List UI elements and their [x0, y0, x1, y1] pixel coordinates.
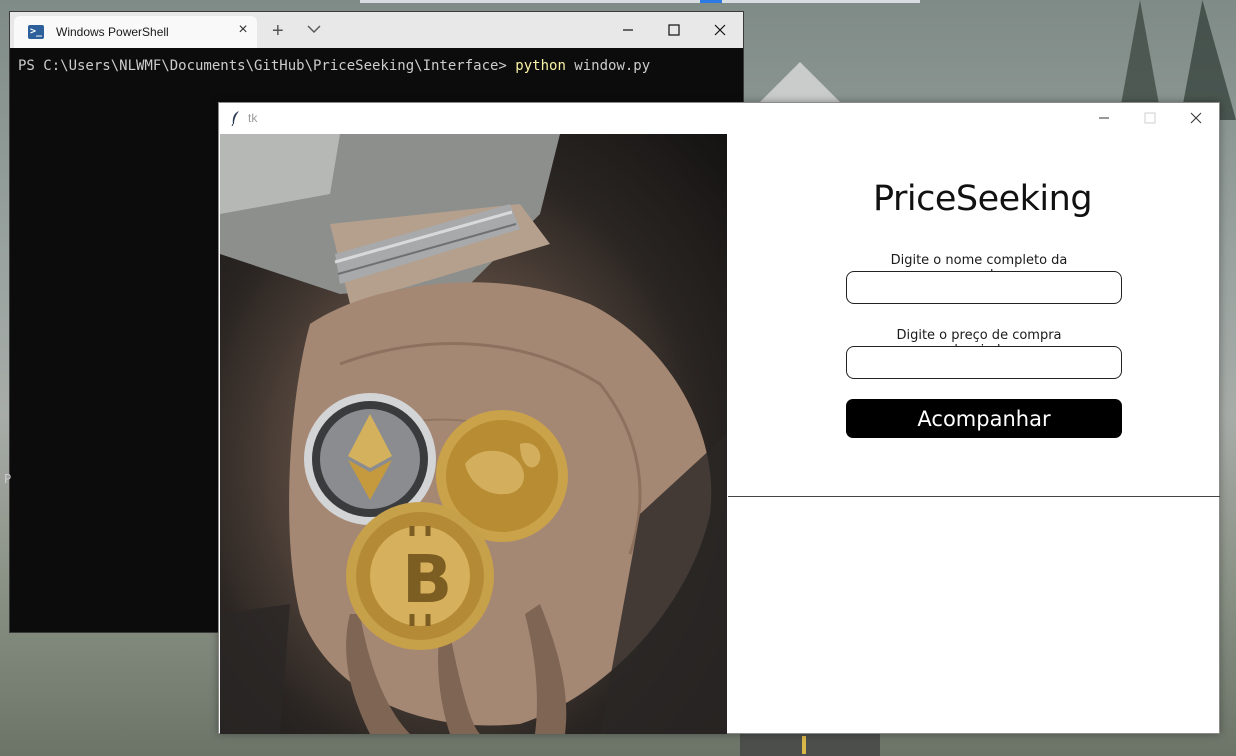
track-button[interactable]: Acompanhar	[846, 399, 1122, 438]
close-icon[interactable]	[697, 12, 743, 48]
coin-name-input[interactable]	[846, 271, 1122, 304]
maximize-icon[interactable]	[1127, 103, 1173, 133]
desktop-mountain	[758, 62, 842, 104]
console-prompt: PS C:\Users\NLWMF\Documents\GitHub\Price…	[18, 58, 516, 74]
tk-titlebar[interactable]: tk	[219, 103, 1219, 133]
new-tab-icon[interactable]: +	[272, 21, 284, 41]
app-title: PriceSeeking	[873, 179, 1093, 219]
chevron-down-icon[interactable]	[307, 24, 325, 38]
feather-icon	[231, 110, 241, 131]
close-tab-icon[interactable]: ×	[235, 22, 251, 38]
console-output[interactable]: PS C:\Users\NLWMF\Documents\GitHub\Price…	[18, 56, 650, 76]
minimize-icon[interactable]	[605, 12, 651, 48]
powershell-icon: >_	[28, 25, 44, 39]
minimize-icon[interactable]	[1081, 103, 1127, 133]
coins-in-hand-image: B	[220, 134, 727, 734]
maximize-icon[interactable]	[651, 12, 697, 48]
desktop-tree	[1120, 0, 1160, 110]
powershell-titlebar[interactable]: >_ Windows PowerShell × +	[10, 12, 743, 48]
console-command: python	[515, 58, 566, 74]
price-input[interactable]	[846, 346, 1122, 379]
close-icon[interactable]	[1173, 103, 1219, 133]
tab-title: Windows PowerShell	[56, 25, 169, 39]
console-stray-text: P	[4, 472, 12, 486]
top-strip	[360, 0, 920, 3]
window-title: tk	[248, 111, 258, 125]
powershell-tab[interactable]: >_ Windows PowerShell ×	[14, 16, 257, 48]
divider	[728, 496, 1220, 497]
tk-window: tk B PriceSeeking Digite o nome completo…	[218, 102, 1220, 734]
console-argument: window.py	[565, 58, 651, 74]
svg-text:B: B	[402, 541, 452, 618]
